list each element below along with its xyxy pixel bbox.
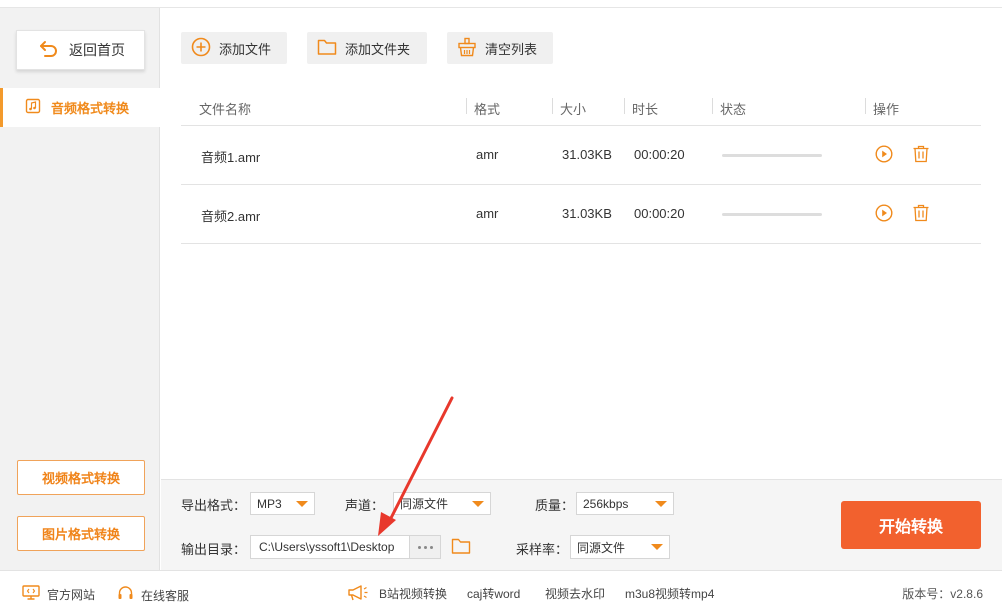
- app-window: 返回首页 音频格式转换 视频格式转换 图片格式转换 添加文件 添加文件夹 清空列…: [0, 0, 1002, 613]
- delete-icon[interactable]: [912, 145, 930, 166]
- window-top-bar: [0, 0, 1002, 8]
- footer-link-m3u8[interactable]: m3u8视频转mp4: [625, 585, 714, 602]
- export-format-value: MP3: [257, 496, 282, 511]
- open-folder-icon[interactable]: [451, 537, 471, 558]
- footer-link-watermark[interactable]: 视频去水印: [545, 585, 605, 602]
- export-format-label: 导出格式：: [181, 498, 247, 513]
- image-convert-button[interactable]: 图片格式转换: [17, 516, 145, 551]
- file-format-cell: amr: [476, 147, 499, 162]
- add-folder-label: 添加文件夹: [345, 41, 411, 57]
- sidebar: 返回首页 音频格式转换 视频格式转换 图片格式转换: [0, 8, 160, 570]
- table-header: 文件名称 格式 大小 时长 状态 操作: [181, 88, 981, 126]
- channel-select[interactable]: 同源文件: [393, 492, 491, 515]
- clear-list-label: 清空列表: [485, 41, 538, 57]
- play-icon[interactable]: [875, 145, 893, 166]
- footer-bar: 官方网站 在线客服 B站视频转换 caj转word 视频去水印 m3u8视频转m…: [0, 570, 1002, 613]
- footer-link-caj[interactable]: caj转word: [467, 585, 520, 602]
- version-label: 版本号：v2.8.6: [902, 587, 983, 601]
- file-name-cell: 音频2.amr: [201, 209, 261, 224]
- basket-icon: [457, 37, 477, 60]
- monitor-icon: [22, 585, 40, 603]
- file-duration-cell: 00:00:20: [634, 206, 685, 221]
- headset-icon: [117, 585, 134, 605]
- start-convert-button[interactable]: 开始转换: [841, 501, 981, 549]
- chevron-down-icon: [655, 501, 667, 507]
- official-website-link[interactable]: 官方网站: [22, 585, 95, 603]
- column-divider: [552, 98, 553, 114]
- video-convert-button[interactable]: 视频格式转换: [17, 460, 145, 495]
- column-divider: [865, 98, 866, 114]
- table-row: 音频2.amr amr 31.03KB 00:00:20: [181, 185, 981, 244]
- settings-panel: 导出格式： MP3 声道： 同源文件 质量： 256kbps 输出目录： C:\…: [161, 479, 1002, 570]
- status-progress-bar: [722, 213, 822, 216]
- back-home-label: 返回首页: [69, 42, 125, 58]
- column-header-status: 状态: [720, 102, 747, 117]
- channel-label: 声道：: [345, 498, 385, 513]
- play-icon[interactable]: [875, 204, 893, 225]
- sidebar-item-audio-convert[interactable]: 音频格式转换: [0, 88, 160, 127]
- column-header-size: 大小: [560, 102, 587, 117]
- add-folder-button[interactable]: 添加文件夹: [307, 32, 427, 64]
- channel-value: 同源文件: [400, 497, 449, 511]
- sample-rate-select[interactable]: 同源文件: [570, 535, 670, 559]
- folder-icon: [317, 38, 337, 59]
- file-table: 文件名称 格式 大小 时长 状态 操作 音频1.amr amr 31.03KB …: [181, 88, 981, 244]
- sample-rate-label: 采样率：: [516, 542, 569, 557]
- column-header-duration: 时长: [632, 102, 659, 117]
- column-header-actions: 操作: [873, 102, 900, 117]
- back-home-button[interactable]: 返回首页: [16, 30, 145, 70]
- file-size-cell: 31.03KB: [562, 147, 612, 162]
- browse-dots-button[interactable]: [409, 535, 441, 559]
- file-duration-cell: 00:00:20: [634, 147, 685, 162]
- back-arrow-icon: [39, 40, 59, 61]
- quality-select[interactable]: 256kbps: [576, 492, 674, 515]
- sidebar-item-label: 音频格式转换: [51, 101, 130, 116]
- file-size-cell: 31.03KB: [562, 206, 612, 221]
- online-support-link[interactable]: 在线客服: [117, 585, 189, 605]
- export-format-select[interactable]: MP3: [250, 492, 315, 515]
- quality-value: 256kbps: [583, 496, 629, 511]
- add-file-label: 添加文件: [219, 41, 272, 57]
- clear-list-button[interactable]: 清空列表: [447, 32, 553, 64]
- megaphone-icon: [347, 583, 369, 603]
- chevron-down-icon: [651, 544, 663, 550]
- output-dir-label: 输出目录：: [181, 542, 247, 557]
- sample-rate-value: 同源文件: [577, 540, 626, 555]
- footer-link-bilibili[interactable]: B站视频转换: [379, 585, 447, 602]
- column-divider: [466, 98, 467, 114]
- online-support-label: 在线客服: [141, 588, 190, 603]
- column-header-filename: 文件名称: [199, 102, 252, 117]
- chevron-down-icon: [296, 501, 308, 507]
- add-file-button[interactable]: 添加文件: [181, 32, 287, 64]
- column-divider: [624, 98, 625, 114]
- plus-circle-icon: [191, 37, 211, 60]
- delete-icon[interactable]: [912, 204, 930, 225]
- file-name-cell: 音频1.amr: [201, 150, 261, 165]
- official-website-label: 官方网站: [47, 587, 96, 602]
- column-header-format: 格式: [474, 102, 501, 117]
- quality-label: 质量：: [535, 498, 575, 513]
- music-file-icon: [25, 98, 41, 117]
- table-row: 音频1.amr amr 31.03KB 00:00:20: [181, 126, 981, 185]
- column-divider: [712, 98, 713, 114]
- status-progress-bar: [722, 154, 822, 157]
- file-format-cell: amr: [476, 206, 499, 221]
- chevron-down-icon: [472, 501, 484, 507]
